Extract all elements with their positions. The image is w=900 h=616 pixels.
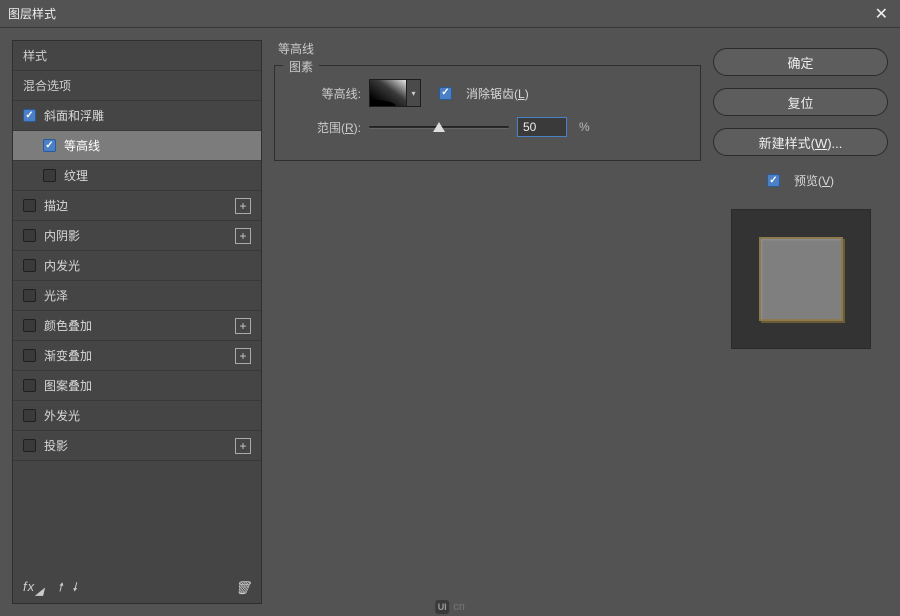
checkbox-icon[interactable] <box>23 109 36 122</box>
checkbox-icon <box>767 174 780 187</box>
panel-title: 等高线 <box>274 40 701 57</box>
workarea: 样式 混合选项 斜面和浮雕 等高线 纹理 <box>0 28 900 616</box>
add-instance-icon[interactable]: + <box>235 198 251 214</box>
styles-header[interactable]: 样式 <box>13 41 261 71</box>
sidebar-footer: fx◢ 🠕 🠗 🗑 <box>13 573 261 603</box>
sidebar-item-drop-shadow[interactable]: 投影 + <box>13 431 261 461</box>
preview-inner <box>759 237 843 321</box>
range-slider[interactable] <box>369 126 509 129</box>
preview-checkbox[interactable]: 预览(V) <box>713 172 888 189</box>
sidebar-item-texture[interactable]: 纹理 <box>13 161 261 191</box>
move-up-icon[interactable]: 🠕 <box>57 580 62 594</box>
checkbox-icon[interactable] <box>23 319 36 332</box>
group-title: 图素 <box>283 58 319 75</box>
sidebar-item-pattern-overlay[interactable]: 图案叠加 <box>13 371 261 401</box>
range-unit: % <box>579 120 590 134</box>
move-down-icon[interactable]: 🠗 <box>72 580 77 594</box>
sidebar-item-outer-glow[interactable]: 外发光 <box>13 401 261 431</box>
range-row: 范围(R): 50 % <box>305 110 680 144</box>
contour-dropdown-icon[interactable]: ▾ <box>407 79 421 107</box>
checkbox-icon[interactable] <box>23 379 36 392</box>
sidebar-item-color-overlay[interactable]: 颜色叠加 + <box>13 311 261 341</box>
watermark-icon: UI <box>435 600 449 614</box>
sidebar-item-gradient-overlay[interactable]: 渐变叠加 + <box>13 341 261 371</box>
reset-button[interactable]: 复位 <box>713 88 888 116</box>
add-instance-icon[interactable]: + <box>235 348 251 364</box>
checkbox-icon[interactable] <box>23 259 36 272</box>
add-instance-icon[interactable]: + <box>235 228 251 244</box>
range-input[interactable]: 50 <box>517 117 567 137</box>
checkbox-icon <box>439 87 452 100</box>
elements-group: 图素 等高线: ▾ 消除锯齿(L) 范围(R): <box>274 65 701 161</box>
checkbox-icon[interactable] <box>23 349 36 362</box>
add-instance-icon[interactable]: + <box>235 438 251 454</box>
add-instance-icon[interactable]: + <box>235 318 251 334</box>
checkbox-icon[interactable] <box>23 229 36 242</box>
blend-options-header[interactable]: 混合选项 <box>13 71 261 101</box>
styles-sidebar: 样式 混合选项 斜面和浮雕 等高线 纹理 <box>12 40 262 604</box>
sidebar-item-contour[interactable]: 等高线 <box>13 131 261 161</box>
checkbox-icon[interactable] <box>23 409 36 422</box>
fx-menu-icon[interactable]: fx◢ <box>23 579 44 598</box>
contour-picker[interactable] <box>369 79 407 107</box>
sidebar-item-bevel[interactable]: 斜面和浮雕 <box>13 101 261 131</box>
sidebar-item-inner-shadow[interactable]: 内阴影 + <box>13 221 261 251</box>
checkbox-icon[interactable] <box>43 139 56 152</box>
antialias-checkbox[interactable]: 消除锯齿(L) <box>439 85 529 102</box>
preview-swatch <box>731 209 871 349</box>
checkbox-icon[interactable] <box>23 289 36 302</box>
range-label: 范围(R): <box>305 119 361 136</box>
action-column: 确定 复位 新建样式(W)... 预览(V) <box>713 40 888 604</box>
checkbox-icon[interactable] <box>43 169 56 182</box>
settings-panel: 等高线 图素 等高线: ▾ 消除锯齿(L) 范围(R): <box>274 40 701 604</box>
sidebar-item-stroke[interactable]: 描边 + <box>13 191 261 221</box>
checkbox-icon[interactable] <box>23 439 36 452</box>
slider-thumb-icon[interactable] <box>433 122 445 132</box>
checkbox-icon[interactable] <box>23 199 36 212</box>
contour-row: 等高线: ▾ 消除锯齿(L) <box>305 76 680 110</box>
sidebar-item-inner-glow[interactable]: 内发光 <box>13 251 261 281</box>
close-icon[interactable]: ✕ <box>871 4 892 24</box>
contour-label: 等高线: <box>305 85 361 102</box>
ok-button[interactable]: 确定 <box>713 48 888 76</box>
window-title: 图层样式 <box>8 5 56 22</box>
trash-icon[interactable]: 🗑 <box>234 580 251 596</box>
new-style-button[interactable]: 新建样式(W)... <box>713 128 888 156</box>
title-bar: 图层样式 ✕ <box>0 0 900 28</box>
sidebar-item-satin[interactable]: 光泽 <box>13 281 261 311</box>
watermark: UI cn <box>435 600 465 614</box>
